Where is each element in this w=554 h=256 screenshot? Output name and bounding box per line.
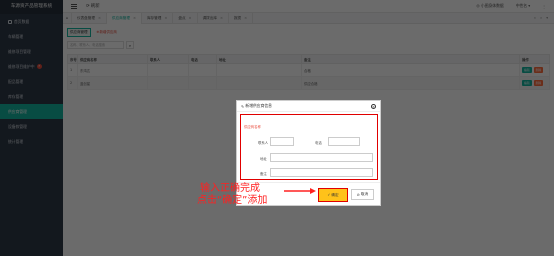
confirm-button[interactable]: ✓ 确定 bbox=[318, 188, 348, 202]
dialog-title: 新增供应商信息 bbox=[245, 103, 272, 108]
arrow-icon bbox=[284, 188, 316, 194]
address-label: 地址 bbox=[260, 157, 267, 161]
close-icon[interactable]: × bbox=[371, 103, 376, 109]
contact-label: 联系人 bbox=[258, 141, 269, 145]
instruction-annotation: 输入正确完成 点击“确定”添加 bbox=[197, 183, 267, 207]
cancel-button[interactable]: ⊘ 取消 bbox=[351, 189, 374, 200]
address-field[interactable] bbox=[270, 153, 373, 162]
phone-label: 电话 bbox=[315, 141, 322, 145]
supplier-form: 供应商名称 联系人 电话 地址 备注 bbox=[240, 114, 378, 180]
contact-field[interactable] bbox=[270, 137, 294, 146]
annotation-line-2: 点击“确定”添加 bbox=[197, 195, 268, 206]
cancel-icon: ⊘ bbox=[356, 192, 360, 197]
name-label: 供应商名称 bbox=[244, 125, 261, 129]
remark-label: 备注 bbox=[260, 172, 267, 176]
phone-field[interactable] bbox=[328, 137, 360, 146]
remark-field[interactable] bbox=[270, 168, 373, 177]
confirm-label: 确定 bbox=[331, 192, 339, 197]
annotation-line-1: 输入正确完成 bbox=[200, 183, 260, 194]
edit-icon: ✎ bbox=[241, 103, 245, 109]
check-icon: ✓ bbox=[327, 193, 331, 197]
cancel-label: 取消 bbox=[360, 192, 369, 196]
